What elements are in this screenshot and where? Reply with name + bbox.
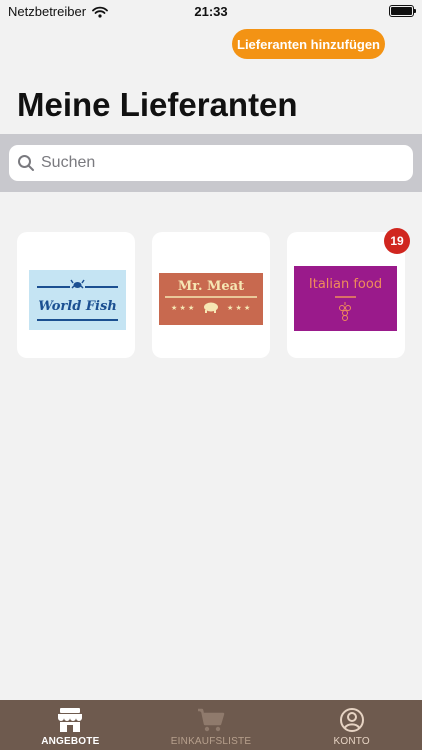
tab-einkaufsliste[interactable]: EINKAUFSLISTE <box>141 700 282 750</box>
supplier-card-world-fish[interactable]: World Fish <box>17 232 135 358</box>
status-bar: Netzbetreiber 21:33 <box>0 0 422 22</box>
page-title: Meine Lieferanten <box>17 86 298 123</box>
italian-food-logo-text: Italian food <box>309 277 382 292</box>
tab-konto[interactable]: KONTO <box>281 700 422 750</box>
search-box[interactable] <box>9 145 413 181</box>
search-bar-container <box>0 134 422 192</box>
search-input[interactable] <box>41 154 401 172</box>
supplier-card-mr-meat[interactable]: Mr. Meat ★ ★ ★ ★ ★ ★ <box>152 232 270 358</box>
add-supplier-button[interactable]: Lieferanten hinzufügen <box>232 29 385 59</box>
account-icon <box>339 708 364 732</box>
svg-text:★ ★ ★: ★ ★ ★ <box>171 304 194 312</box>
cart-icon <box>198 708 225 732</box>
notification-badge: 19 <box>384 228 410 254</box>
supplier-card-italian-food[interactable]: Italian food <box>287 232 405 358</box>
world-fish-logo-text: World Fish <box>38 299 117 314</box>
svg-text:★ ★ ★: ★ ★ ★ <box>227 304 250 312</box>
battery-icon <box>389 5 416 17</box>
tab-angebote[interactable]: ANGEBOTE <box>0 700 141 750</box>
tab-label-einkaufsliste: EINKAUFSLISTE <box>170 736 252 747</box>
mr-meat-logo-text: Mr. Meat <box>178 279 244 294</box>
tab-label-konto: KONTO <box>333 736 370 747</box>
status-time: 21:33 <box>194 4 228 19</box>
storefront-icon <box>58 708 83 732</box>
tab-bar: ANGEBOTE EINKAUFSLISTE KONTO <box>0 700 422 750</box>
mr-meat-logo: Mr. Meat ★ ★ ★ ★ ★ ★ <box>159 273 263 325</box>
search-icon <box>18 155 34 171</box>
tab-label-angebote: ANGEBOTE <box>41 736 100 747</box>
world-fish-logo: World Fish <box>29 270 126 330</box>
italian-food-logo: Italian food <box>294 266 397 331</box>
